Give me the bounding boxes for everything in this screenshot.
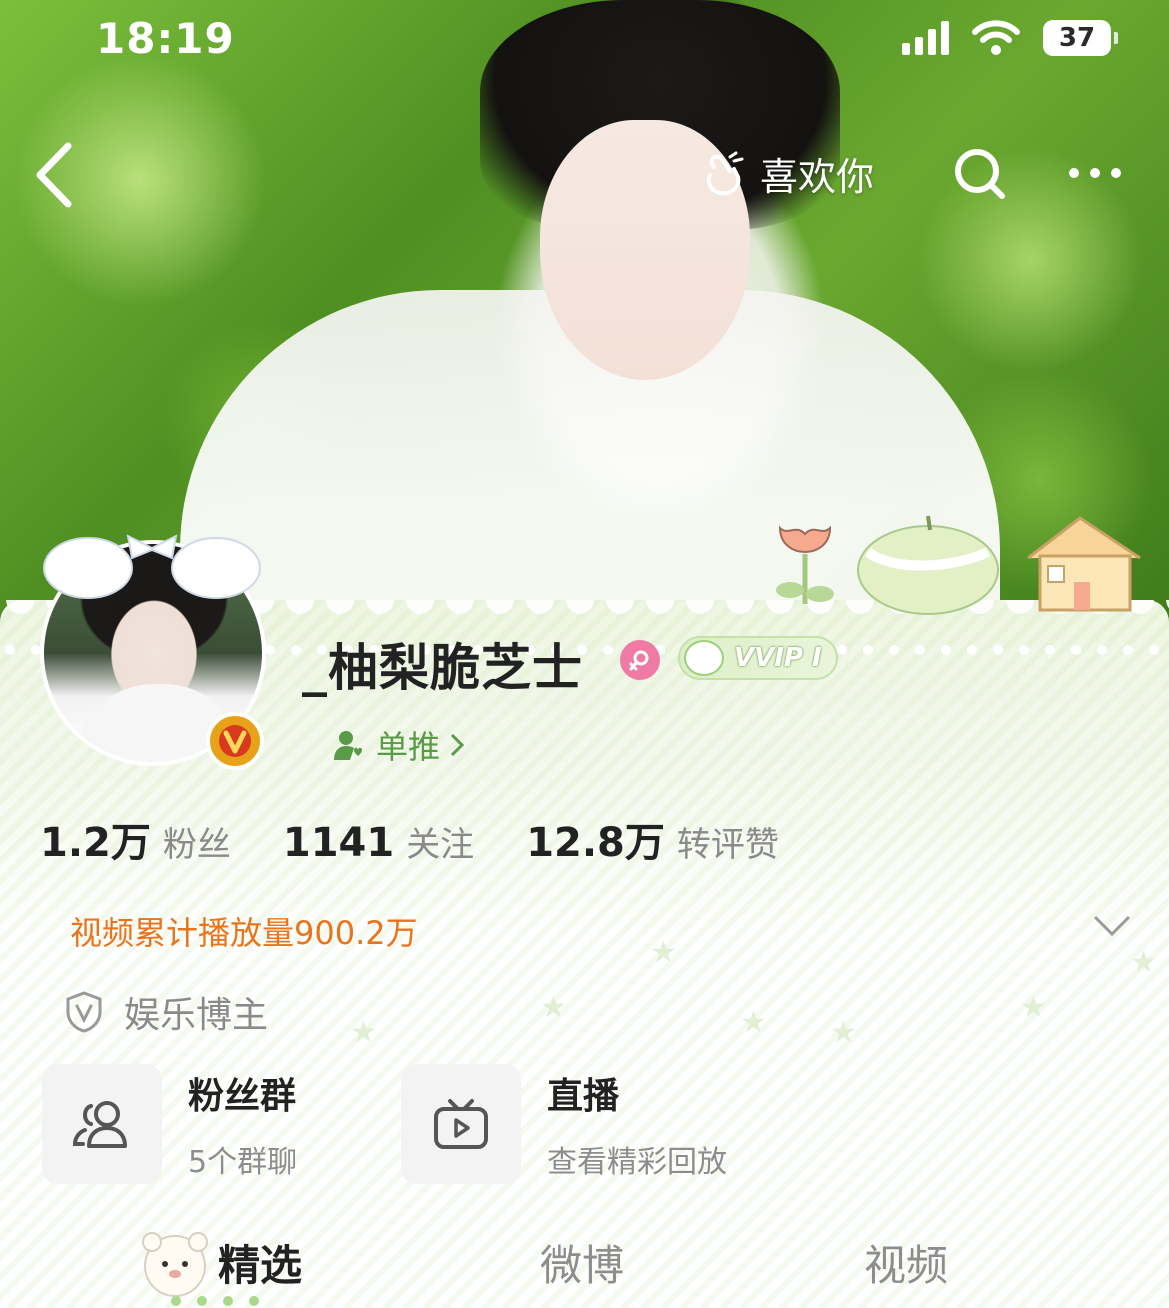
tulip-sticker bbox=[776, 525, 834, 604]
clover-dots-decoration bbox=[171, 1296, 259, 1306]
category-row: 娱乐博主 bbox=[64, 986, 268, 1038]
more-icon[interactable] bbox=[1066, 156, 1124, 190]
tile-subtitle: 5个群聊 bbox=[188, 1145, 298, 1180]
verified-badge[interactable] bbox=[206, 712, 264, 770]
v-verified-icon bbox=[219, 725, 251, 757]
single-push-link[interactable]: 单推 bbox=[332, 722, 465, 768]
tab-video[interactable]: 视频 bbox=[864, 1232, 948, 1293]
stat-value: 1141 bbox=[282, 820, 395, 866]
single-push-label: 单推 bbox=[376, 728, 441, 766]
vip-badge[interactable]: VVIP I bbox=[678, 636, 838, 680]
vip-label: VVIP I bbox=[734, 643, 822, 673]
live-icon-box bbox=[401, 1064, 521, 1184]
status-time: 18:19 bbox=[96, 14, 235, 63]
stat-label: 转评赞 bbox=[676, 825, 779, 865]
fan-group-tile[interactable]: 粉丝群 5个群聊 bbox=[42, 1064, 297, 1184]
back-icon[interactable] bbox=[30, 140, 80, 210]
chevron-right-icon bbox=[450, 733, 465, 757]
star-decoration: ★ bbox=[740, 1005, 767, 1040]
username: _柚梨脆芝士 bbox=[302, 639, 583, 697]
search-icon[interactable] bbox=[952, 146, 1008, 202]
wifi-icon bbox=[972, 20, 1020, 55]
group-icon bbox=[72, 1101, 127, 1148]
star-decoration: ★ bbox=[1130, 945, 1157, 980]
female-icon bbox=[629, 650, 649, 671]
stat-followers[interactable]: 1.2万 粉丝 bbox=[40, 810, 231, 868]
finger-heart-icon bbox=[707, 151, 744, 195]
apple-sticker bbox=[857, 515, 999, 615]
stat-label: 关注 bbox=[406, 825, 475, 865]
person-heart-icon bbox=[334, 731, 362, 760]
shield-v-icon bbox=[66, 991, 102, 1033]
star-decoration: ★ bbox=[830, 1015, 857, 1050]
gender-female-badge bbox=[620, 640, 660, 680]
battery-icon: 37 bbox=[1043, 20, 1118, 56]
status-indicators: 37 bbox=[902, 20, 1118, 56]
stat-value: 1.2万 bbox=[40, 820, 151, 866]
stat-label: 粉丝 bbox=[162, 825, 231, 865]
fan-group-icon-box bbox=[42, 1064, 162, 1184]
live-tile[interactable]: 直播 查看精彩回放 bbox=[401, 1064, 727, 1184]
chevron-down-icon[interactable] bbox=[1092, 912, 1132, 940]
star-decoration: ★ bbox=[650, 935, 677, 970]
tile-title: 直播 bbox=[547, 1076, 620, 1117]
star-decoration: ★ bbox=[540, 990, 567, 1025]
tile-subtitle: 查看精彩回放 bbox=[547, 1145, 727, 1180]
tab-weibo[interactable]: 微博 bbox=[540, 1232, 624, 1293]
tile-title: 粉丝群 bbox=[188, 1076, 297, 1117]
stat-following[interactable]: 1141 关注 bbox=[283, 817, 474, 866]
bunny-ears-frame bbox=[43, 534, 261, 599]
tv-play-icon bbox=[434, 1099, 488, 1149]
video-plays-text: 视频累计播放量900.2万 bbox=[70, 914, 418, 952]
stat-interactions[interactable]: 12.8万 转评赞 bbox=[526, 810, 779, 868]
tab-featured[interactable]: 精选 bbox=[218, 1232, 302, 1293]
vip-mascot-icon bbox=[684, 640, 724, 676]
star-decoration: ★ bbox=[1020, 990, 1047, 1025]
category-label: 娱乐博主 bbox=[124, 995, 269, 1036]
house-sticker bbox=[1027, 516, 1141, 612]
stats-row: 1.2万 粉丝 1141 关注 12.8万 转评赞 bbox=[40, 810, 831, 868]
like-you-button[interactable]: 喜欢你 bbox=[700, 146, 874, 201]
like-you-label: 喜欢你 bbox=[760, 155, 875, 199]
stat-value: 12.8万 bbox=[526, 820, 665, 866]
star-decoration: ★ bbox=[350, 1015, 377, 1050]
bear-mascot-icon bbox=[142, 1232, 208, 1297]
signal-icon bbox=[902, 21, 949, 55]
